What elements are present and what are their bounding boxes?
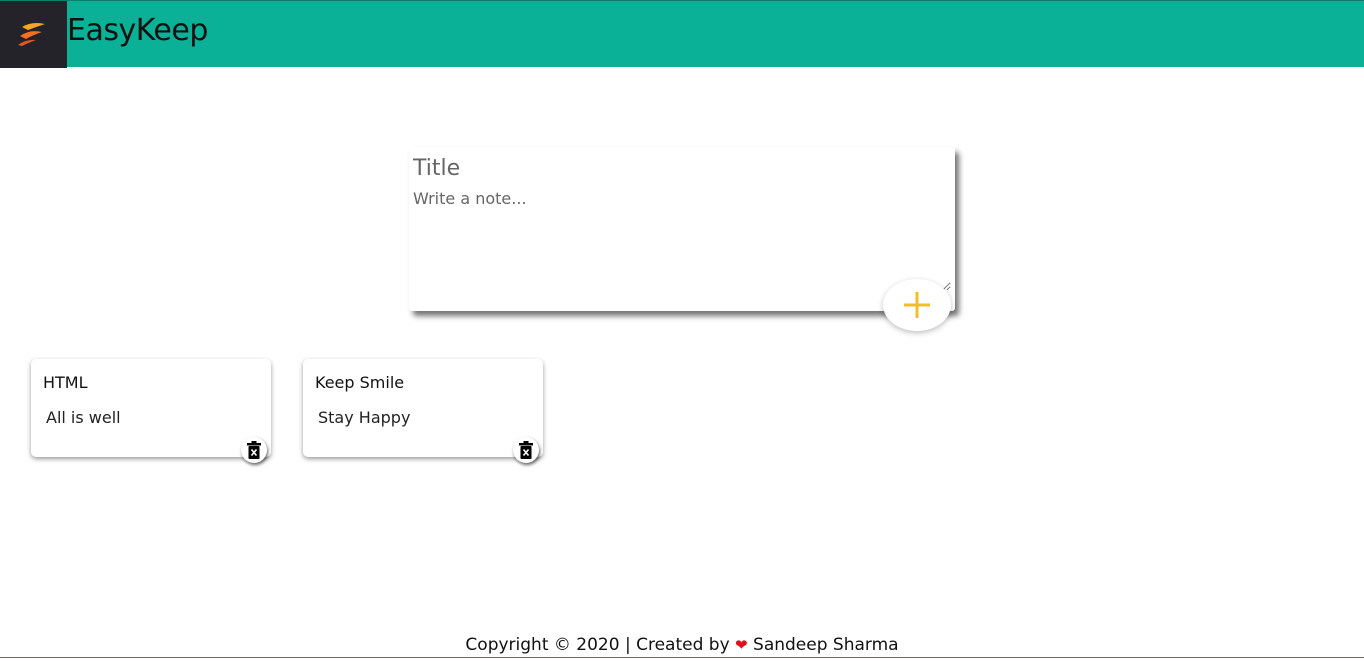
app-title: EasyKeep: [67, 13, 208, 48]
note-title: Keep Smile: [315, 373, 405, 392]
note-body: Stay Happy: [318, 408, 411, 427]
note-body: All is well: [46, 408, 121, 427]
note-card: HTML All is well: [31, 359, 271, 463]
logo[interactable]: [0, 1, 67, 68]
page-bottom-border: [0, 657, 1364, 661]
footer: Copyright © 2020 | Created by ❤ Sandeep …: [0, 635, 1364, 655]
app-header: EasyKeep: [0, 0, 1364, 68]
title-input[interactable]: [413, 153, 933, 183]
footer-copyright: Copyright © 2020 | Created by: [465, 635, 730, 655]
note-composer: [409, 147, 955, 311]
delete-note-button[interactable]: [513, 437, 539, 463]
heart-icon: ❤: [735, 636, 748, 654]
delete-note-button[interactable]: [241, 437, 267, 463]
flame-logo-icon: [18, 23, 45, 46]
add-note-button[interactable]: [883, 279, 951, 331]
note-card: Keep Smile Stay Happy: [303, 359, 543, 463]
note-textarea[interactable]: [413, 189, 951, 291]
footer-author: Sandeep Sharma: [753, 635, 899, 655]
trash-icon: [519, 441, 533, 459]
note-title: HTML: [43, 373, 88, 392]
trash-icon: [247, 441, 261, 459]
plus-icon: [904, 292, 930, 318]
